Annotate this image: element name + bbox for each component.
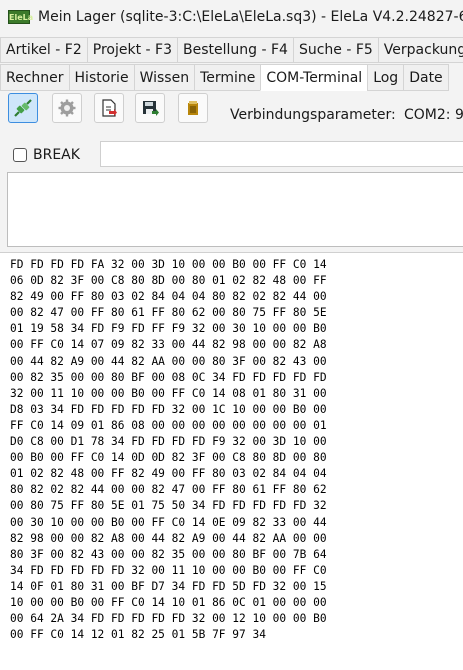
settings-gear-icon <box>58 99 76 117</box>
connect-plug-icon <box>14 99 32 117</box>
save-receive-icon <box>143 101 159 116</box>
output-line: 00 82 35 00 00 80 BF 00 08 0C 34 FD FD F… <box>10 370 327 384</box>
sub-tab-bar: Rechner Historie Wissen Termine COM-Terminal… <box>0 64 463 91</box>
sub-tab[interactable]: Historie <box>68 64 135 91</box>
output-line: 14 0F 01 80 31 00 BF D7 34 FD FD 5D FD 3… <box>10 579 327 593</box>
output-line: 34 FD FD FD FD FD 32 00 11 10 00 00 B0 0… <box>10 563 327 577</box>
break-checkbox[interactable] <box>13 148 27 162</box>
sub-tab[interactable]: COM-Terminal <box>260 64 369 91</box>
send-file-icon <box>102 99 117 117</box>
terminal-output[interactable]: FD FD FD FD FA 32 00 3D 10 00 00 B0 00 F… <box>0 252 463 670</box>
main-tab[interactable]: Verpackung - F <box>377 37 463 63</box>
clear-button[interactable] <box>178 93 208 123</box>
send-file-button[interactable] <box>94 93 124 123</box>
main-tab-bar: Artikel - F2 Projekt - F3 Bestellung - F4 S… <box>0 37 463 63</box>
output-line: 00 64 2A 34 FD FD FD FD FD 32 00 12 10 0… <box>10 612 327 626</box>
connect-button[interactable] <box>8 93 38 123</box>
output-line: FF C0 14 09 01 86 08 00 00 00 00 00 00 0… <box>10 418 327 432</box>
output-line: 32 00 11 10 00 00 B0 00 FF C0 14 08 01 8… <box>10 386 327 400</box>
output-line: 00 44 82 A9 00 44 82 AA 00 00 80 3F 00 8… <box>10 354 327 368</box>
app-logo-icon: EleLa <box>8 10 33 24</box>
output-line: 00 FF C0 14 07 09 82 33 00 44 82 98 00 0… <box>10 338 327 352</box>
break-row: BREAK <box>0 140 463 170</box>
clear-icon <box>188 101 198 115</box>
output-line: D8 03 34 FD FD FD FD FD 32 00 1C 10 00 0… <box>10 402 327 416</box>
title-bar: EleLa Mein Lager (sqlite-3:C:\EleLa\EleL… <box>0 0 463 34</box>
connection-params-value: COM2: 96 <box>404 107 463 123</box>
output-line: 01 19 58 34 FD F9 FD FF F9 32 00 30 10 0… <box>10 322 327 336</box>
output-line: 01 02 82 48 00 FF 82 49 00 FF 80 03 02 8… <box>10 467 327 481</box>
output-line: 82 49 00 FF 80 03 02 84 04 04 80 82 02 8… <box>10 290 327 304</box>
window-title: Mein Lager (sqlite-3:C:\EleLa\EleLa.sq3)… <box>38 9 463 25</box>
sub-tab[interactable]: Date <box>403 64 449 91</box>
terminal-toolbar: Verbindungsparameter: COM2: 96 <box>0 91 463 131</box>
output-line: 10 00 00 B0 00 FF C0 14 10 01 86 0C 01 0… <box>10 595 327 609</box>
output-line: 00 82 47 00 FF 80 61 FF 80 62 00 80 75 F… <box>10 306 327 320</box>
main-tab[interactable]: Projekt - F3 <box>86 37 178 63</box>
sub-tab[interactable]: Wissen <box>133 64 196 91</box>
output-line: D0 C8 00 D1 78 34 FD FD FD FD F9 32 00 3… <box>10 435 327 449</box>
sub-tab[interactable]: Log <box>367 64 405 91</box>
output-line: 82 98 00 00 82 A8 00 44 82 A9 00 44 82 A… <box>10 531 327 545</box>
main-tab[interactable]: Suche - F5 <box>292 37 379 63</box>
sub-tab[interactable]: Rechner <box>0 64 70 91</box>
sub-tab[interactable]: Termine <box>194 64 262 91</box>
output-line: FD FD FD FD FA 32 00 3D 10 00 00 B0 00 F… <box>10 258 327 271</box>
save-receive-button[interactable] <box>135 93 165 123</box>
send-text-area[interactable] <box>7 172 463 247</box>
break-label: BREAK <box>33 147 80 163</box>
output-line: 80 82 02 82 44 00 00 82 47 00 FF 80 61 F… <box>10 483 327 497</box>
output-line: 06 0D 82 3F 00 C8 80 8D 00 80 01 02 82 4… <box>10 274 327 288</box>
connection-params-label: Verbindungsparameter: <box>230 107 396 123</box>
output-line: 00 FF C0 14 12 01 82 25 01 5B 7F 97 34 <box>10 628 266 642</box>
main-tab[interactable]: Bestellung - F4 <box>176 37 294 63</box>
settings-button[interactable] <box>52 93 82 123</box>
output-line: 00 B0 00 FF C0 14 0D 0D 82 3F 00 C8 80 8… <box>10 451 327 465</box>
output-line: 00 30 10 00 00 B0 00 FF C0 14 0E 09 82 3… <box>10 515 327 529</box>
main-tab[interactable]: Artikel - F2 <box>0 37 88 63</box>
output-line: 80 3F 00 82 43 00 00 82 35 00 00 80 BF 0… <box>10 547 327 561</box>
command-input[interactable] <box>100 141 463 167</box>
output-line: 00 80 75 FF 80 5E 01 75 50 34 FD FD FD F… <box>10 499 327 513</box>
